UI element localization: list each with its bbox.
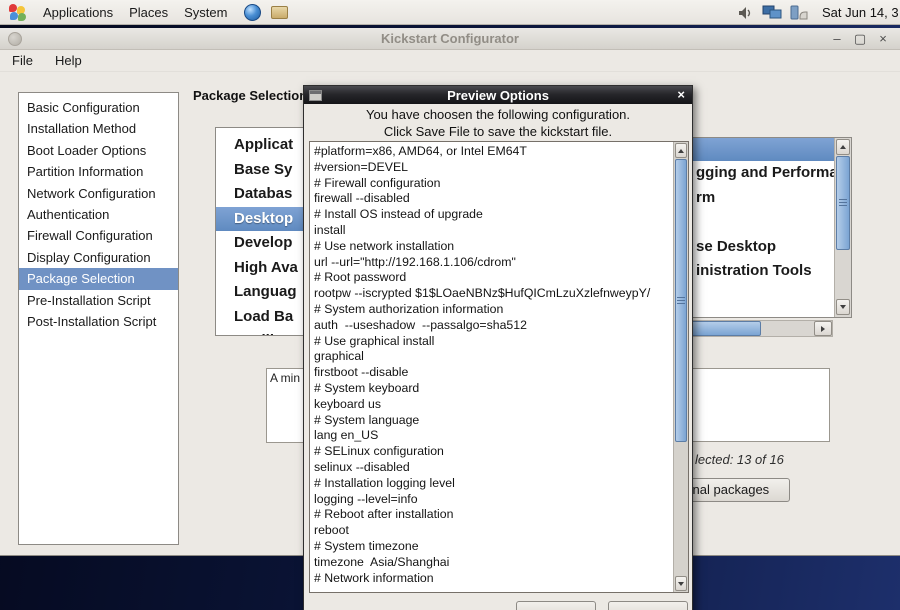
page-title: Package Selection <box>193 88 307 103</box>
software-launcher-icon[interactable] <box>270 3 289 22</box>
globe-icon <box>244 4 261 21</box>
config-line: # Install OS instead of upgrade <box>314 207 670 223</box>
up-arrow-icon <box>840 145 846 149</box>
dialog-close-icon[interactable]: × <box>677 87 685 102</box>
down-arrow-icon <box>840 305 846 309</box>
package-box-icon <box>271 6 288 19</box>
config-line: # System keyboard <box>314 381 670 397</box>
maximize-button[interactable]: ▢ <box>853 32 867 46</box>
browser-launcher-icon[interactable] <box>243 3 262 22</box>
panel-menu[interactable]: Applications <box>35 2 121 23</box>
kickstart-preview-textarea[interactable]: #platform=x86, AMD64, or Intel EM64T#ver… <box>309 141 689 593</box>
config-line: # Root password <box>314 270 670 286</box>
logo-dot <box>18 13 26 21</box>
scroll-down-button[interactable] <box>836 299 850 315</box>
sidebar-item[interactable]: Authentication <box>19 204 178 225</box>
config-line: #platform=x86, AMD64, or Intel EM64T <box>314 144 670 160</box>
power-status-icon[interactable] <box>789 4 809 22</box>
scroll-down-button[interactable] <box>675 576 687 591</box>
scroll-up-button[interactable] <box>836 139 850 155</box>
thumb-grip <box>677 297 685 305</box>
thumb-grip <box>839 199 847 207</box>
config-line: selinux --disabled <box>314 460 670 476</box>
config-line: rootpw --iscrypted $1$LOaeNBNz$HufQICmLz… <box>314 286 670 302</box>
panel-menu[interactable]: System <box>176 2 235 23</box>
menubar: FileHelp <box>0 50 900 72</box>
config-line: # System language <box>314 413 670 429</box>
dialog-message-line2: Click Save File to save the kickstart fi… <box>304 124 692 141</box>
config-line: url --url="http://192.168.1.106/cdrom" <box>314 255 670 271</box>
sidebar-item[interactable]: Display Configuration <box>19 247 178 268</box>
scrollbar-thumb[interactable] <box>675 159 687 442</box>
config-line: #version=DEVEL <box>314 160 670 176</box>
down-arrow-icon <box>678 582 684 586</box>
sidebar-item[interactable]: Pre-Installation Script <box>19 290 178 311</box>
logo-dot <box>9 4 17 12</box>
config-line: # Reboot after installation <box>314 507 670 523</box>
clock[interactable]: Sat Jun 14, 3 <box>822 5 900 20</box>
config-line: lang en_US <box>314 428 670 444</box>
config-line: graphical <box>314 349 670 365</box>
distro-logo-icon[interactable] <box>8 3 26 21</box>
config-line: firstboot --disable <box>314 365 670 381</box>
scroll-up-button[interactable] <box>675 143 687 158</box>
config-line: firewall --disabled <box>314 191 670 207</box>
package-list-vertical-scrollbar[interactable] <box>834 138 851 317</box>
config-line: keyboard us <box>314 397 670 413</box>
config-line: reboot <box>314 523 670 539</box>
dialog-button-left[interactable] <box>516 601 596 610</box>
dialog-title: Preview Options <box>304 88 692 103</box>
sidebar-item[interactable]: Post-Installation Script <box>19 311 178 332</box>
config-line: # Firewall configuration <box>314 176 670 192</box>
config-line: # SELinux configuration <box>314 444 670 460</box>
menubar-item[interactable]: File <box>2 51 43 70</box>
menubar-item[interactable]: Help <box>45 51 92 70</box>
sidebar-item[interactable]: Firewall Configuration <box>19 225 178 246</box>
volume-icon[interactable] <box>735 4 755 22</box>
config-line: # System authorization information <box>314 302 670 318</box>
config-line: # Use network installation <box>314 239 670 255</box>
logo-dot <box>10 12 18 20</box>
sidebar-item[interactable]: Basic Configuration <box>19 97 178 118</box>
sidebar-item[interactable]: Network Configuration <box>19 183 178 204</box>
window-icon <box>8 32 22 46</box>
config-section-list: Basic ConfigurationInstallation MethodBo… <box>18 92 179 545</box>
dialog-titlebar[interactable]: Preview Options × <box>304 86 692 104</box>
preview-options-dialog: Preview Options × You have choosen the f… <box>303 85 693 610</box>
panel-menu[interactable]: Places <box>121 2 176 23</box>
config-line: # Use graphical install <box>314 334 670 350</box>
top-panel: ApplicationsPlacesSystem Sat Jun 14, 3 <box>0 0 900 25</box>
config-line: logging --level=info <box>314 492 670 508</box>
window-title: Kickstart Configurator <box>0 31 900 46</box>
sidebar-item[interactable]: Partition Information <box>19 161 178 182</box>
selected-count-label: lected: 13 of 16 <box>695 452 784 467</box>
up-arrow-icon <box>678 149 684 153</box>
close-button[interactable]: × <box>876 32 890 46</box>
sidebar-item[interactable]: Package Selection <box>19 268 178 289</box>
window-titlebar[interactable]: Kickstart Configurator – ▢ × <box>0 28 900 50</box>
config-line: # Network information <box>314 571 670 587</box>
scrollbar-thumb[interactable] <box>836 156 850 250</box>
preview-vertical-scrollbar[interactable] <box>673 142 688 592</box>
dialog-message: You have choosen the following configura… <box>304 107 692 140</box>
network-monitors-icon[interactable] <box>762 4 782 22</box>
config-line: install <box>314 223 670 239</box>
sidebar-item[interactable]: Boot Loader Options <box>19 140 178 161</box>
scroll-right-button[interactable] <box>814 321 832 336</box>
minimize-button[interactable]: – <box>830 32 844 46</box>
dialog-message-line1: You have choosen the following configura… <box>304 107 692 124</box>
sidebar-item[interactable]: Installation Method <box>19 118 178 139</box>
right-arrow-icon <box>821 326 825 332</box>
config-line: auth --useshadow --passalgo=sha512 <box>314 318 670 334</box>
dialog-button-right[interactable] <box>608 601 688 610</box>
config-line: # System timezone <box>314 539 670 555</box>
config-line: # Installation logging level <box>314 476 670 492</box>
config-line: timezone Asia/Shanghai <box>314 555 670 571</box>
